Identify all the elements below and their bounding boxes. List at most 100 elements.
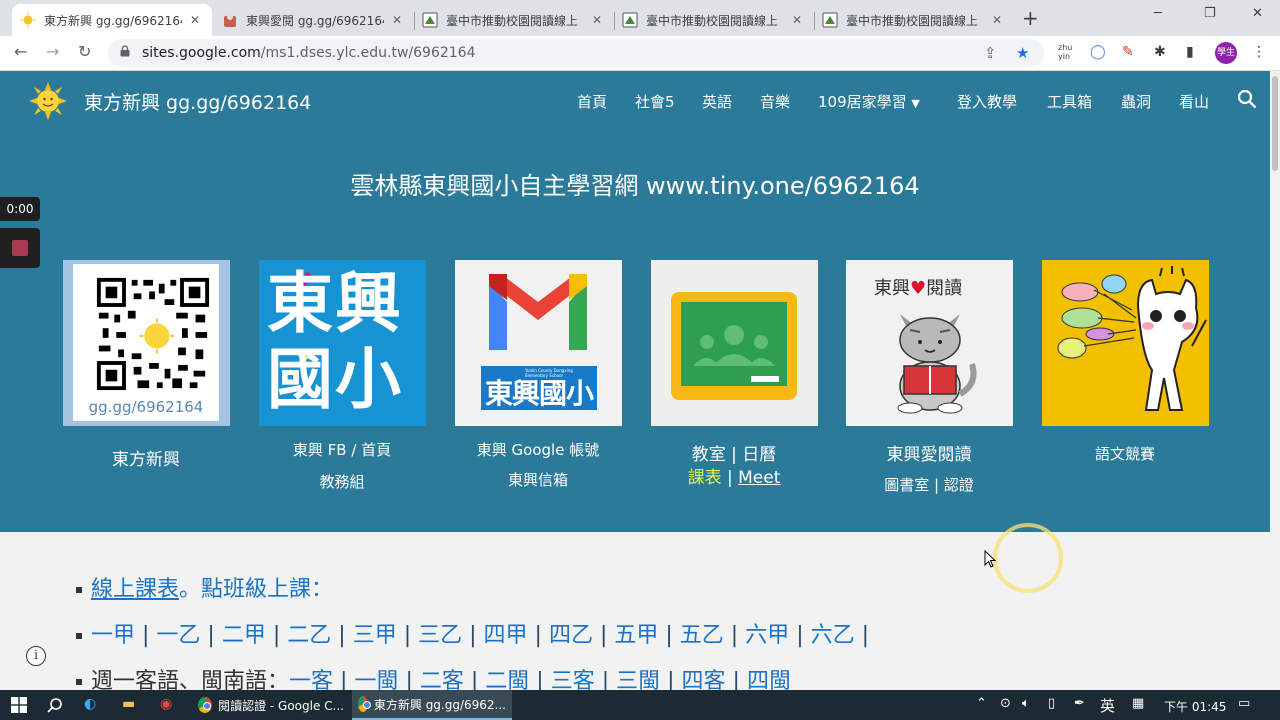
sun-favicon-icon bbox=[20, 12, 36, 28]
class-link[interactable]: 二甲 bbox=[222, 623, 266, 648]
file-explorer-icon[interactable]: ▬ bbox=[122, 696, 135, 712]
taskbar-app-1[interactable]: 閱讀認證 - Google C... bbox=[192, 690, 350, 720]
class-link[interactable]: 三甲 bbox=[353, 623, 397, 648]
nav-login-guide[interactable]: 登入教學 bbox=[957, 91, 1017, 112]
timetable-link[interactable]: 課表 bbox=[688, 468, 722, 488]
volume-icon[interactable]: 🔈︎ bbox=[1022, 696, 1030, 711]
nav-home[interactable]: 首頁 bbox=[577, 91, 607, 112]
zhuyin-extension-icon[interactable]: zhu yin bbox=[1058, 43, 1076, 61]
pen-icon[interactable]: ✒ bbox=[1074, 696, 1085, 711]
extension-circle-icon[interactable]: ◯ bbox=[1090, 44, 1106, 60]
class-link[interactable]: 三乙 bbox=[418, 623, 462, 648]
forward-icon[interactable]: → bbox=[46, 42, 59, 61]
close-icon[interactable]: ✕ bbox=[390, 13, 404, 27]
class-link[interactable]: 二乙 bbox=[287, 623, 331, 648]
profile-avatar[interactable]: 學生 bbox=[1215, 42, 1237, 64]
schedule-meet-links: 課表 | Meet bbox=[634, 463, 834, 488]
reload-icon[interactable]: ↻ bbox=[78, 42, 91, 61]
pen-extension-icon[interactable]: ✎ bbox=[1122, 44, 1134, 60]
class-link[interactable]: 六乙 bbox=[811, 623, 855, 648]
nav-social[interactable]: 社會5 bbox=[635, 91, 675, 112]
fb-card-label[interactable]: 東興 FB / 首頁 bbox=[242, 439, 442, 460]
side-panel-icon[interactable]: ▮ bbox=[1186, 44, 1194, 60]
classroom-card[interactable] bbox=[651, 260, 818, 426]
microphone-icon[interactable]: ▯ bbox=[1048, 696, 1055, 711]
chrome-icon[interactable]: ◉ bbox=[160, 696, 172, 712]
class-link[interactable]: 四乙 bbox=[549, 623, 593, 648]
class-link[interactable]: 六甲 bbox=[745, 623, 789, 648]
taskbar-app-2[interactable]: 東方新興 gg.gg/6962... bbox=[352, 690, 512, 720]
class-link[interactable]: 一乙 bbox=[156, 623, 200, 648]
close-icon[interactable]: ✕ bbox=[990, 13, 1004, 27]
reading-card[interactable]: 東興♥閱讀 bbox=[846, 260, 1013, 426]
back-icon[interactable]: ← bbox=[14, 42, 27, 61]
close-window-icon[interactable]: ✕ bbox=[1252, 6, 1263, 21]
scrollbar-thumb[interactable] bbox=[1272, 76, 1278, 171]
nav-home-learning[interactable]: 109居家學習 ▼ bbox=[818, 91, 920, 112]
link-separator: | bbox=[265, 623, 288, 648]
minimize-icon[interactable]: ─ bbox=[1154, 6, 1162, 21]
windows-taskbar: ◐ ▬ ◉ 閱讀認證 - Google C... 東方新興 gg.gg/6962… bbox=[0, 690, 1280, 720]
class-links: 一甲 | 一乙 | 二甲 | 二乙 | 三甲 | 三乙 | 四甲 | 四乙 | … bbox=[91, 623, 869, 648]
browser-tab-2[interactable]: 東興愛閱 gg.gg/6962164 ✕ bbox=[214, 4, 414, 36]
meet-link[interactable]: Meet bbox=[738, 468, 780, 488]
close-icon[interactable]: ✕ bbox=[790, 13, 804, 27]
class-link[interactable]: 四甲 bbox=[484, 623, 528, 648]
browser-tab-5[interactable]: 臺中市推動校園閱讀線上 ✕ bbox=[814, 4, 1014, 36]
link-separator: | bbox=[727, 468, 733, 488]
browser-tab-1[interactable]: 東方新興 gg.gg/6962164 ✕ bbox=[12, 4, 212, 36]
browser-tab-4[interactable]: 臺中市推動校園閱讀線上 ✕ bbox=[614, 4, 814, 36]
online-timetable-link[interactable]: 線上課表 bbox=[91, 577, 179, 602]
search-icon[interactable] bbox=[1237, 89, 1257, 109]
url-host: sites.google.com bbox=[142, 45, 261, 61]
stop-icon bbox=[12, 240, 28, 256]
stop-recording-button[interactable] bbox=[0, 228, 40, 268]
class-link[interactable]: 五甲 bbox=[614, 623, 658, 648]
chevron-down-icon: ▼ bbox=[911, 97, 920, 110]
extensions-puzzle-icon[interactable]: ✱ bbox=[1154, 44, 1166, 60]
search-icon[interactable] bbox=[47, 697, 63, 713]
site-title[interactable]: 東方新興 gg.gg/6962164 bbox=[84, 88, 311, 115]
ime-indicator[interactable]: 英 bbox=[1100, 695, 1115, 716]
share-icon[interactable]: ⇪ bbox=[984, 44, 997, 62]
ime-keyboard-icon[interactable]: ▦ bbox=[1132, 696, 1144, 711]
notification-icon[interactable]: ▭ bbox=[1238, 696, 1250, 711]
library-cert-label[interactable]: 圖書室 | 認證 bbox=[829, 474, 1029, 495]
chevron-up-icon[interactable]: ⌃ bbox=[976, 696, 987, 711]
close-icon[interactable]: ✕ bbox=[590, 13, 604, 27]
sun-logo-icon[interactable] bbox=[28, 81, 68, 121]
edge-icon[interactable]: ◐ bbox=[84, 696, 96, 712]
qr-card-label[interactable]: 東方新興 bbox=[46, 445, 246, 470]
school-mail-label[interactable]: 東興信箱 bbox=[438, 469, 638, 490]
gmail-card[interactable]: 東興國小 Yunlin County Dongxing Elementary S… bbox=[455, 260, 622, 426]
nav-toolbox[interactable]: 工具箱 bbox=[1047, 91, 1092, 112]
new-tab-button[interactable]: + bbox=[1022, 6, 1039, 30]
restore-icon[interactable]: ❐ bbox=[1204, 6, 1216, 21]
clock[interactable]: 下午 01:45 bbox=[1164, 698, 1226, 715]
qr-code-card[interactable]: gg.gg/6962164 bbox=[63, 260, 230, 426]
link-separator: | bbox=[854, 623, 870, 648]
location-icon[interactable]: ⊙ bbox=[1000, 696, 1011, 711]
language-contest-label[interactable]: 語文競賽 bbox=[1025, 443, 1225, 464]
windows-start-icon[interactable] bbox=[11, 697, 27, 713]
nav-english[interactable]: 英語 bbox=[702, 91, 732, 112]
menu-kebab-icon[interactable]: ⋮ bbox=[1252, 44, 1266, 60]
bookmark-star-icon[interactable]: ★ bbox=[1016, 44, 1029, 62]
reading-label[interactable]: 東興愛閱讀 bbox=[829, 440, 1029, 465]
class-link[interactable]: 一甲 bbox=[91, 623, 135, 648]
info-icon[interactable]: i bbox=[26, 646, 46, 666]
academic-affairs-label[interactable]: 教務組 bbox=[242, 471, 442, 492]
nav-wormhole[interactable]: 蟲洞 bbox=[1121, 91, 1151, 112]
google-account-label[interactable]: 東興 Google 帳號 bbox=[438, 439, 638, 460]
class-link[interactable]: 五乙 bbox=[680, 623, 724, 648]
nav-mountain[interactable]: 看山 bbox=[1179, 91, 1209, 112]
google-classroom-icon bbox=[671, 292, 797, 400]
browser-tab-3[interactable]: 臺中市推動校園閱讀線上 ✕ bbox=[414, 4, 614, 36]
fb-card[interactable]: ♥ ♥ 東興國小 bbox=[259, 260, 426, 426]
nav-music[interactable]: 音樂 bbox=[760, 91, 790, 112]
close-icon[interactable]: ✕ bbox=[188, 13, 202, 27]
classroom-calendar-label[interactable]: 教室 | 日曆 bbox=[634, 440, 834, 465]
cat-favicon-icon bbox=[224, 14, 236, 27]
address-bar[interactable]: sites.google.com/ms1.dses.ylc.edu.tw/696… bbox=[108, 39, 1044, 67]
language-contest-card[interactable] bbox=[1042, 260, 1209, 426]
